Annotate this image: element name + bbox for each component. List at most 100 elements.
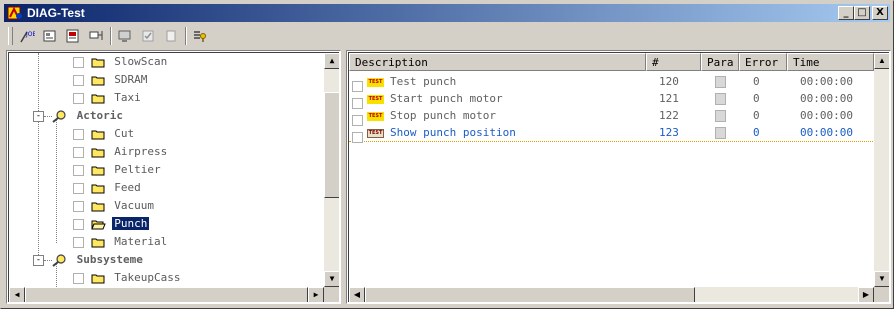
tree-checkbox[interactable] <box>73 146 84 158</box>
table-row[interactable]: TEST Start punch motor 121 0 00:00:00 <box>349 90 889 109</box>
tree-checkbox[interactable] <box>73 200 84 212</box>
tree-checkbox[interactable] <box>73 164 84 176</box>
tree-horizontal-scrollbar[interactable]: ◀ ▶ <box>9 287 324 302</box>
row-time: 00:00:00 <box>800 75 853 88</box>
row-error: 0 <box>753 109 760 122</box>
properties-icon[interactable] <box>40 27 60 45</box>
tree-checkbox[interactable] <box>73 56 84 68</box>
folder-icon <box>91 130 105 139</box>
list-horizontal-scrollbar[interactable]: ◀ ▶ <box>349 287 874 302</box>
svg-text:JOB: JOB <box>25 31 35 38</box>
tree-item-cut[interactable]: Cut <box>73 125 136 143</box>
list-vertical-scrollbar[interactable]: ▲ ▼ <box>874 53 889 287</box>
column-header-error[interactable]: Error <box>739 53 787 71</box>
tree-item-peltier[interactable]: Peltier <box>73 161 163 179</box>
table-row-selected[interactable]: TEST Show punch position 123 0 00:00:00 <box>349 124 889 143</box>
tree-item-takeupcass[interactable]: TakeupCass <box>73 269 182 287</box>
column-header-description[interactable]: Description <box>349 53 646 71</box>
tree-checkbox[interactable] <box>73 74 84 86</box>
row-number: 123 <box>659 126 679 139</box>
tree-item-label: Punch <box>112 217 150 230</box>
app-icon <box>7 6 22 20</box>
search-icon <box>52 110 66 123</box>
title-bar[interactable]: DIAG-Test _ □ X <box>4 4 890 22</box>
folder-icon <box>91 274 105 283</box>
scroll-right-arrow-icon[interactable]: ▶ <box>858 287 874 302</box>
tree-view[interactable]: SlowScan SDRAM Taxi - Actoric Cut Airpre… <box>8 52 339 302</box>
monitor-icon[interactable] <box>115 27 135 45</box>
tree-vertical-scrollbar[interactable]: ▲ ▼ <box>324 53 339 287</box>
close-button[interactable]: X <box>872 6 888 20</box>
row-error: 0 <box>753 92 760 105</box>
tree-item-subsysteme[interactable]: Subsysteme <box>52 251 145 269</box>
para-checkbox[interactable] <box>715 76 726 88</box>
tree-checkbox[interactable] <box>73 236 84 248</box>
tree-pane: SlowScan SDRAM Taxi - Actoric Cut Airpre… <box>6 50 341 304</box>
scroll-down-arrow-icon[interactable]: ▼ <box>874 271 889 287</box>
tree-checkbox[interactable] <box>73 92 84 104</box>
report-icon[interactable] <box>63 27 83 45</box>
tree-item-vacuum[interactable]: Vacuum <box>73 197 156 215</box>
table-row[interactable]: TEST Stop punch motor 122 0 00:00:00 <box>349 107 889 126</box>
scroll-thumb[interactable] <box>365 287 695 302</box>
scroll-up-arrow-icon[interactable]: ▲ <box>324 53 339 69</box>
row-description: Start punch motor <box>390 92 503 105</box>
para-checkbox[interactable] <box>715 110 726 122</box>
tree-item-label: Feed <box>114 181 141 194</box>
tree-item-label: Material <box>114 235 168 248</box>
folder-icon <box>91 202 105 211</box>
check-icon[interactable] <box>138 27 158 45</box>
column-header-para[interactable]: Para <box>701 53 739 71</box>
table-row[interactable]: TEST Test punch 120 0 00:00:00 <box>349 73 889 92</box>
row-description: Stop punch motor <box>390 109 496 122</box>
tree-item-label: Taxi <box>114 91 141 104</box>
tree-checkbox[interactable] <box>73 128 84 140</box>
tree-item-actoric[interactable]: Actoric <box>52 107 125 125</box>
folder-icon <box>91 166 105 175</box>
tree-item-taxi[interactable]: Taxi <box>73 89 143 107</box>
tree-item-label: Vacuum <box>114 199 154 212</box>
scroll-corner <box>874 287 889 302</box>
tree-item-label: Peltier <box>114 163 161 176</box>
scroll-down-arrow-icon[interactable]: ▼ <box>324 271 339 287</box>
row-error: 0 <box>753 75 760 88</box>
scroll-right-arrow-icon[interactable]: ▶ <box>308 287 324 302</box>
network-icon[interactable] <box>86 27 106 45</box>
para-checkbox[interactable] <box>715 93 726 105</box>
maximize-button[interactable]: □ <box>854 6 870 20</box>
tree-checkbox[interactable] <box>73 218 84 230</box>
job-icon[interactable]: JOB <box>17 27 37 45</box>
list-key-icon[interactable] <box>190 27 210 45</box>
tree-line <box>44 116 52 117</box>
row-error: 0 <box>753 126 760 139</box>
tree-item-label: Airpress <box>114 145 168 158</box>
blank-icon[interactable] <box>161 27 181 45</box>
tree-item-punch[interactable]: Punch <box>73 215 150 233</box>
tree-item-feed[interactable]: Feed <box>73 179 143 197</box>
tree-item-sdram[interactable]: SDRAM <box>73 71 149 89</box>
test-list-view[interactable]: Description # Para Error Time TEST Test … <box>348 52 889 302</box>
tree-item-airpress[interactable]: Airpress <box>73 143 169 161</box>
scroll-thumb[interactable] <box>324 92 339 198</box>
scroll-left-arrow-icon[interactable]: ◀ <box>9 287 25 302</box>
tree-checkbox[interactable] <box>73 272 84 284</box>
tree-item-label: Actoric <box>76 109 123 122</box>
row-description: Test punch <box>390 75 457 88</box>
scroll-left-arrow-icon[interactable]: ◀ <box>349 287 365 302</box>
scroll-thumb[interactable] <box>25 287 308 302</box>
scroll-up-arrow-icon[interactable]: ▲ <box>874 53 889 69</box>
minimize-button[interactable]: _ <box>838 6 854 20</box>
collapse-toggle-actoric[interactable]: - <box>33 111 44 122</box>
collapse-toggle-subsysteme[interactable]: - <box>33 255 44 266</box>
test-icon: TEST <box>367 94 384 104</box>
column-header-number[interactable]: # <box>646 53 701 71</box>
column-header-time[interactable]: Time <box>787 53 874 71</box>
row-checkbox[interactable] <box>352 131 363 143</box>
tree-checkbox[interactable] <box>73 182 84 194</box>
tree-item-label: Subsysteme <box>76 253 143 266</box>
tree-item-slowscan[interactable]: SlowScan <box>73 53 169 71</box>
toolbar-grip[interactable] <box>8 27 13 45</box>
para-checkbox[interactable] <box>715 127 726 139</box>
tree-item-material[interactable]: Material <box>73 233 169 251</box>
row-time: 00:00:00 <box>800 92 853 105</box>
